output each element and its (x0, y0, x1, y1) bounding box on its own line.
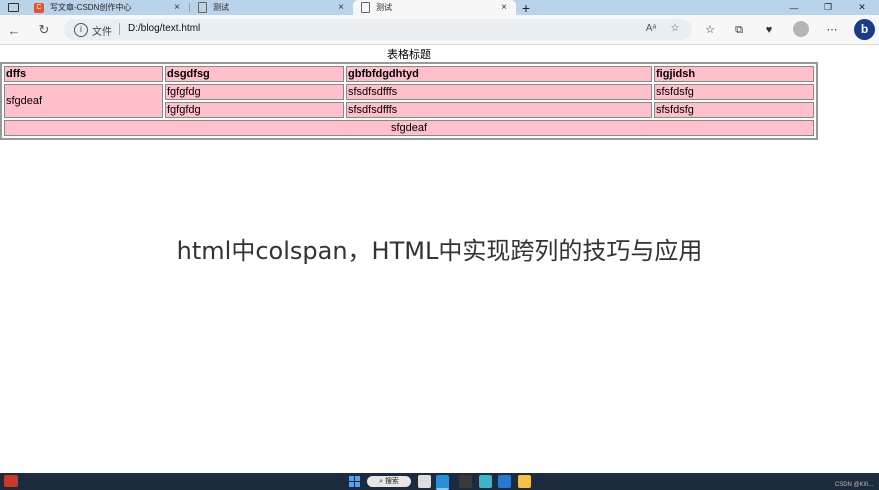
browser-essentials-icon[interactable]: ♥ (761, 22, 777, 38)
read-aloud-icon[interactable]: Aᵃ (644, 22, 658, 36)
tab-title: 测试 (376, 3, 392, 12)
vscode-icon[interactable] (498, 475, 511, 488)
table-cell: sfsfdsfg (654, 102, 814, 118)
restore-button[interactable]: ❐ (811, 0, 845, 15)
navigation-bar: ← ↻ i 文件 D:/blog/text.html Aᵃ ☆ ☆ ⧉ ♥ ⋯ (0, 15, 879, 45)
article-title-overlay: html中colspan，HTML中实现跨列的技巧与应用 (176, 237, 703, 265)
header-cell: gbfbfdgdhtyd (346, 66, 652, 82)
window-controls: — ❐ ✕ (777, 0, 879, 15)
favorite-star-icon[interactable]: ☆ (668, 22, 682, 36)
tab-test-2-active[interactable]: 测试 × (353, 0, 516, 15)
search-label: 搜索 (384, 478, 399, 485)
header-cell: dffs (4, 66, 163, 82)
table-cell: fgfgfdg (165, 84, 344, 100)
close-icon[interactable]: × (171, 2, 183, 13)
page-content: 表格标题 dffs dsgdfsg gbfbfdgdhtyd figjidsh … (0, 45, 879, 473)
taskbar-search[interactable]: ⌕ 搜索 (367, 476, 411, 487)
close-icon[interactable]: × (335, 2, 347, 13)
refresh-icon[interactable]: ↻ (35, 21, 53, 39)
file-explorer-icon[interactable] (518, 475, 531, 488)
profile-avatar[interactable] (793, 21, 809, 37)
table-row: sfgdeaf fgfgfdg sfsdfsdfffs sfsfdsfg (4, 84, 814, 118)
demo-table: 表格标题 dffs dsgdfsg gbfbfdgdhtyd figjidsh … (0, 48, 818, 140)
task-view-icon[interactable] (418, 475, 431, 488)
tab-title: 写文章-CSDN创作中心 (50, 3, 132, 12)
close-icon[interactable]: × (498, 2, 510, 13)
url-text[interactable]: D:/blog/text.html (128, 23, 200, 34)
weather-widget-icon[interactable] (4, 475, 18, 487)
header-cell: dsgdfsg (165, 66, 344, 82)
watermark-text: CSDN @Kifi... (834, 482, 873, 488)
tab-csdn[interactable]: C 写文章-CSDN创作中心 × (26, 0, 189, 15)
minimize-button[interactable]: — (777, 0, 811, 15)
app-icon[interactable] (459, 475, 472, 488)
table-cell: fgfgfdg (165, 102, 344, 118)
table-cell: sfsfdsfg (654, 84, 814, 100)
rowspan-cell: sfgdeaf (4, 84, 163, 118)
tab-actions-icon[interactable] (0, 0, 26, 15)
bing-copilot-icon[interactable]: b (854, 19, 875, 40)
table-cell: sfsdfsdfffs (346, 84, 652, 100)
tab-test-1[interactable]: 测试 × (190, 0, 353, 15)
info-icon[interactable]: i (74, 23, 88, 37)
windows-start-icon[interactable] (349, 476, 360, 487)
csdn-logo-icon: C (34, 2, 44, 13)
page-icon (361, 2, 370, 13)
favorites-icon[interactable]: ☆ (702, 22, 718, 38)
table-footer-row: sfgdeaf (4, 120, 814, 136)
taskbar: ⌕ 搜索 CSDN @Kifi... (0, 473, 879, 490)
page-icon (198, 2, 207, 13)
more-menu-icon[interactable]: ⋯ (824, 22, 840, 38)
scheme-label: 文件 (92, 27, 112, 38)
app-icon[interactable] (479, 475, 492, 488)
collections-icon[interactable]: ⧉ (731, 22, 747, 38)
colspan-cell: sfgdeaf (4, 120, 814, 136)
table-caption: 表格标题 (387, 49, 431, 61)
edge-browser-icon[interactable] (436, 475, 449, 490)
header-cell: figjidsh (654, 66, 814, 82)
table-cell: sfsdfsdfffs (346, 102, 652, 118)
tab-title: 测试 (213, 3, 229, 12)
close-window-button[interactable]: ✕ (845, 0, 879, 15)
address-bar[interactable]: i 文件 D:/blog/text.html Aᵃ ☆ (64, 19, 692, 40)
table-header-row: dffs dsgdfsg gbfbfdgdhtyd figjidsh (4, 66, 814, 82)
tab-strip: C 写文章-CSDN创作中心 × 测试 × 测试 × + — ❐ ✕ (0, 0, 879, 16)
new-tab-button[interactable]: + (516, 0, 536, 16)
back-arrow-icon[interactable]: ← (5, 21, 23, 39)
address-divider (119, 23, 120, 35)
